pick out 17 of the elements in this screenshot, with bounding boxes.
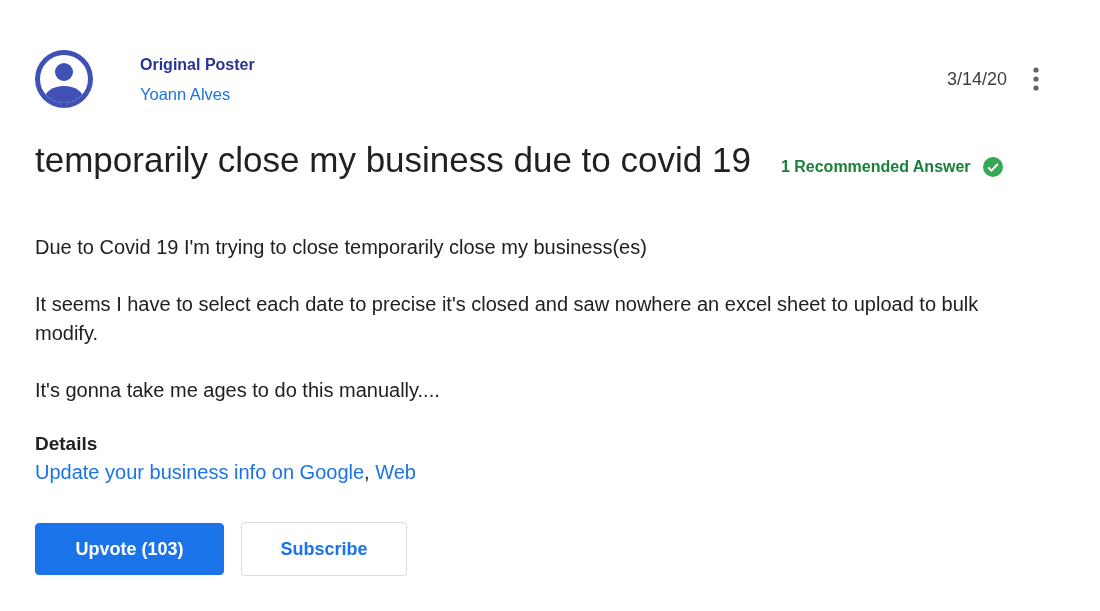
topic-link[interactable]: Update your business info on Google (35, 461, 365, 483)
post-title: temporarily close my business due to covid 19 (35, 139, 751, 181)
details-heading: Details (35, 432, 98, 456)
details-topics-text: Update your business info on Google, Web (35, 460, 416, 485)
avatar-icon (35, 50, 93, 108)
post-date: 3/14/20 (946, 68, 1007, 91)
check-circle-icon (982, 157, 1003, 177)
author-role-text: Original Poster (140, 55, 255, 75)
recommended-answer-link[interactable]: 1 Recommended Answer (780, 158, 971, 176)
more-vertical-icon (1033, 67, 1039, 91)
post-paragraph: It seems I have to select each date to precise it's closed and saw nowhere an excel sheet to upload to bulk modify. (35, 292, 980, 346)
author-name-link[interactable]: Yoann Alves (140, 83, 255, 105)
topic-link[interactable]: Web (375, 461, 416, 483)
post-paragraph: It's gonna take me ages to do this manually.... (35, 378, 441, 403)
subscribe-button[interactable]: Subscribe (241, 522, 407, 576)
post-paragraph: Due to Covid 19 I'm trying to close temporarily close my business(es) (35, 235, 648, 260)
upvote-button[interactable]: Upvote (103) (35, 523, 224, 575)
